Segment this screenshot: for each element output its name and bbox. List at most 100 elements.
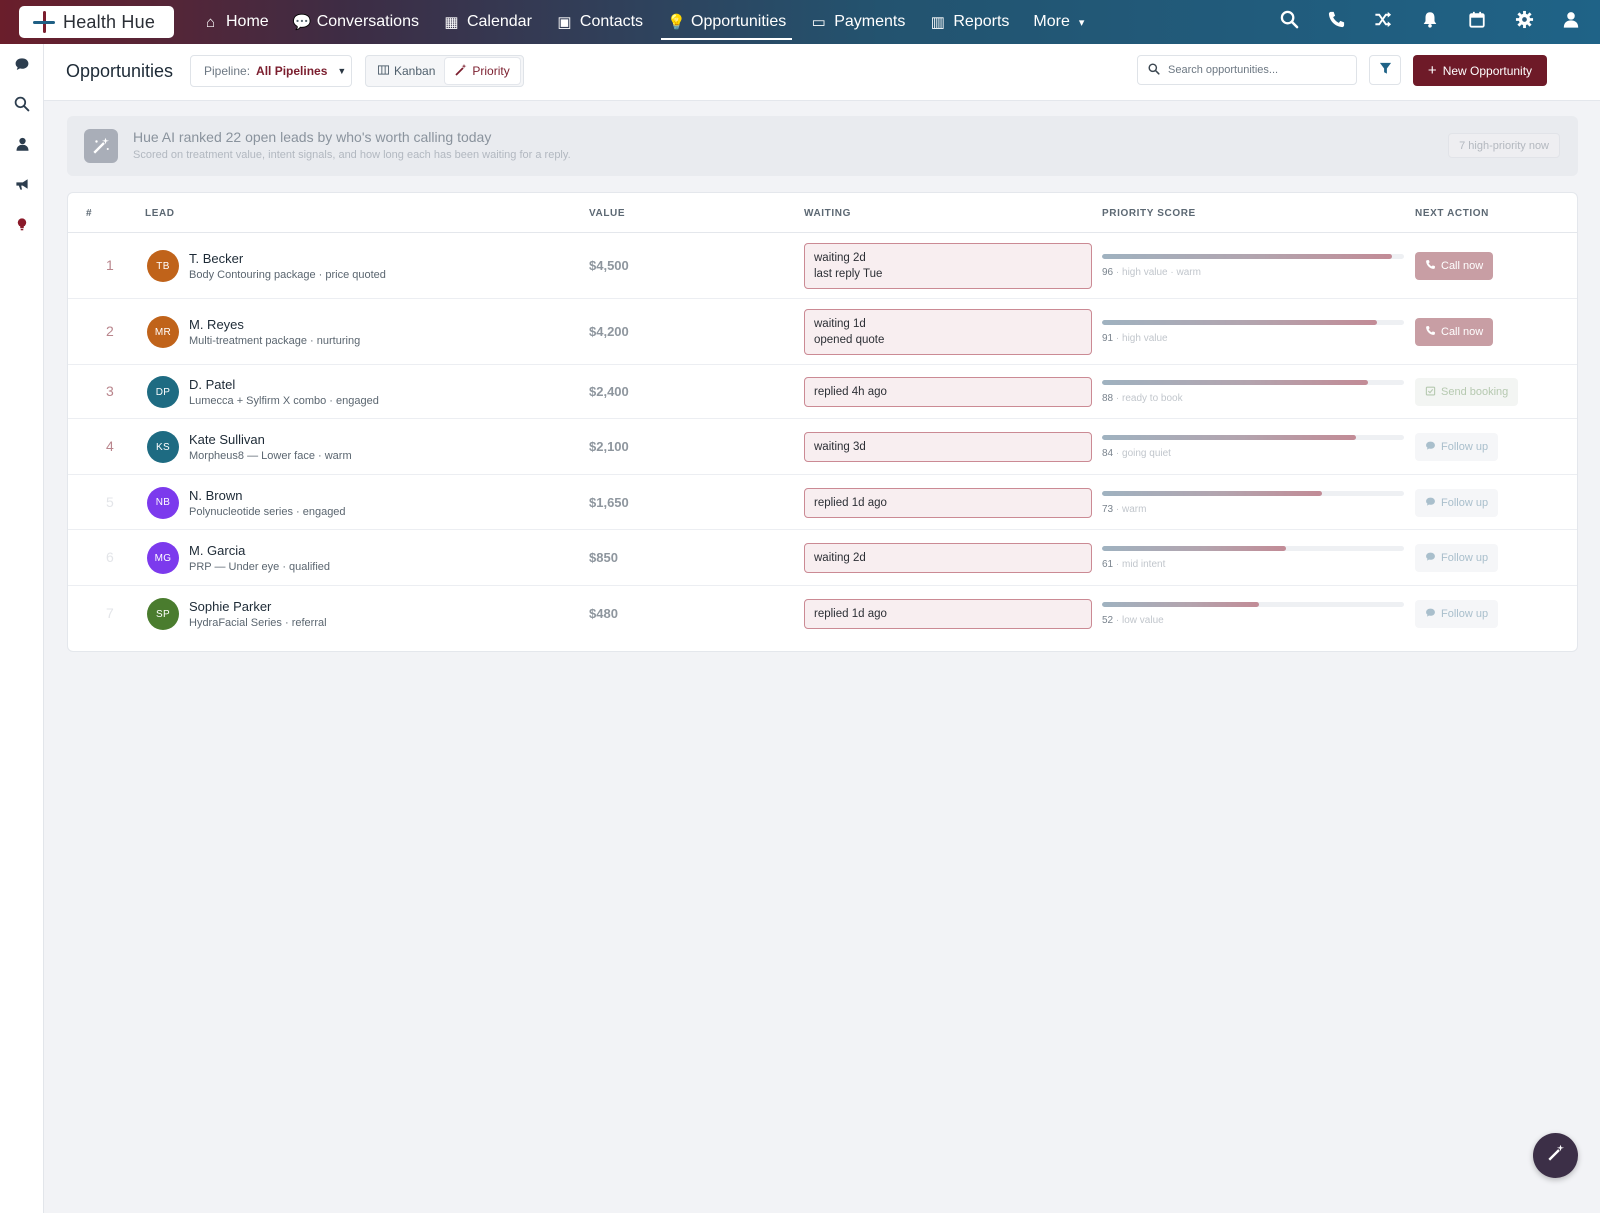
nav-item-conversations[interactable]: 💬 Conversations [281,0,431,44]
priority-score-fill [1102,435,1356,440]
lightbulb-icon: 💡 [667,14,686,31]
search-icon[interactable] [12,96,32,116]
column-header-next-action: NEXT ACTION [1415,208,1490,219]
lead-name[interactable]: M. Reyes [189,317,244,332]
chat-icon [1425,551,1436,565]
lead-name[interactable]: T. Becker [189,251,243,266]
waiting-line: waiting 1d [814,318,866,330]
lead-value: $4,500 [589,258,629,273]
priority-score-value: 91 [1102,333,1114,344]
search-icon[interactable] [1278,10,1300,35]
lightbulb-icon[interactable] [12,216,32,236]
ai-assistant-button[interactable] [1533,1133,1578,1178]
avatar: TB [147,250,179,282]
avatar: KS [147,431,179,463]
nav-item-home[interactable]: ⌂ Home [190,0,281,44]
priority-score-bar [1102,546,1404,551]
view-toggle: Kanban Priority [365,55,524,87]
table-row[interactable]: 7 SP Sophie Parker HydraFacial Series · ref… [68,586,1577,642]
filter-button[interactable] [1369,55,1401,85]
table-header: # LEAD VALUE WAITING PRIORITY SCORE NEXT… [68,193,1577,233]
page-title: Opportunities [66,61,174,81]
rank-number: 7 [106,605,114,621]
next-action-button[interactable]: Follow up [1415,433,1499,461]
table-row[interactable]: 4 KS Kate Sullivan Morpheus8 — Lower face ·… [68,419,1577,475]
search-input[interactable] [1168,64,1348,76]
table-row[interactable]: 1 TB T. Becker Body Contouring package · pr… [68,233,1577,299]
table-row[interactable]: 3 DP D. Patel Lumecca + Sylfirm X combo · e… [68,365,1577,419]
magic-wand-icon [1547,1144,1565,1167]
nav-item-calendar[interactable]: ▦ Calendar [431,0,544,44]
table-row[interactable]: 5 NB N. Brown Polynucleotide series · engag… [68,475,1577,530]
lead-value: $480 [589,606,618,621]
next-action-button[interactable]: Call now [1415,318,1494,346]
next-action-button[interactable]: Send booking [1415,378,1519,406]
priority-table: # LEAD VALUE WAITING PRIORITY SCORE NEXT… [67,192,1578,652]
chat-icon[interactable] [12,56,32,76]
lead-value: $850 [589,550,618,565]
column-header-lead: LEAD [145,208,175,219]
app-logo[interactable]: Health Hue [19,6,174,38]
priority-score-bar [1102,380,1404,385]
priority-score-fill [1102,546,1287,551]
next-action-button[interactable]: Call now [1415,252,1494,280]
nav-item-label: Calendar [466,13,532,30]
top-right-icons [1278,0,1582,44]
lead-name[interactable]: M. Garcia [189,543,245,558]
new-opportunity-button[interactable]: + New Opportunity [1413,55,1547,86]
avatar: NB [147,486,179,519]
pipeline-value: All Pipelines [256,64,328,78]
gear-icon[interactable] [1513,10,1535,35]
table-row[interactable]: 6 MG M. Garcia PRP — Under eye · qualified $… [68,530,1577,586]
magic-wand-icon [455,63,467,79]
nav-item-label: Payments [834,13,906,30]
column-header-priority-score: PRIORITY SCORE [1102,208,1196,219]
kanban-view-button[interactable]: Kanban [368,58,445,84]
waiting-status: replied 4h ago [804,377,1092,407]
next-action-label: Send booking [1441,386,1509,398]
pipeline-select[interactable]: Pipeline: All Pipelines ▼ [190,55,352,87]
nav-item-contacts[interactable]: ▣ Contacts [544,0,655,44]
lead-detail: HydraFacial Series · referral [189,617,327,629]
next-action-button[interactable]: Follow up [1415,600,1499,628]
lead-name[interactable]: Kate Sullivan [189,432,265,447]
calendar-icon[interactable] [1466,10,1488,35]
waiting-status: waiting 3d [804,432,1092,462]
priority-view-button[interactable]: Priority [445,58,520,84]
lead-name[interactable]: Sophie Parker [189,599,271,614]
lead-value: $4,200 [589,324,629,339]
priority-score-note: · high value [1113,333,1168,344]
megaphone-icon[interactable] [12,176,32,196]
phone-icon[interactable] [1325,10,1347,35]
lead-value: $2,400 [589,384,629,399]
next-action-button[interactable]: Follow up [1415,488,1499,517]
nav-item-opportunities[interactable]: 💡 Opportunities [655,0,798,44]
nav-item-reports[interactable]: ▥ Reports [917,0,1021,44]
shuffle-icon[interactable] [1372,10,1394,35]
priority-score-text: 96 · high value · warm [1102,267,1201,278]
rank-number: 5 [106,493,114,510]
nav-item-label: Home [226,13,269,30]
next-action-label: Follow up [1441,608,1489,620]
ai-banner-subtitle: Scored on treatment value, intent signal… [133,149,571,161]
table-row[interactable]: 2 MR M. Reyes Multi-treatment package · nur… [68,299,1577,365]
user-icon[interactable] [1560,10,1582,35]
home-icon: ⌂ [205,13,216,31]
waiting-status: waiting 2d [804,543,1092,573]
avatar: MG [147,542,179,574]
priority-score-note: · warm [1113,503,1147,515]
next-action-label: Call now [1441,260,1484,272]
lead-name[interactable]: D. Patel [189,377,235,392]
next-action-button[interactable]: Follow up [1415,544,1499,572]
avatar: MR [147,316,179,348]
phone-icon [1425,325,1436,339]
waiting-status: replied 1d ago [804,487,1092,518]
lead-name[interactable]: N. Brown [189,488,242,503]
plus-icon: + [1427,62,1437,79]
nav-item-more[interactable]: More ▾ [1021,0,1096,44]
user-icon[interactable] [12,136,32,156]
bell-icon[interactable] [1419,10,1441,35]
avatar: DP [147,376,179,408]
ai-banner-title: Hue AI ranked 22 open leads by who's wor… [133,129,492,145]
nav-item-payments[interactable]: ▭ Payments [798,0,917,44]
